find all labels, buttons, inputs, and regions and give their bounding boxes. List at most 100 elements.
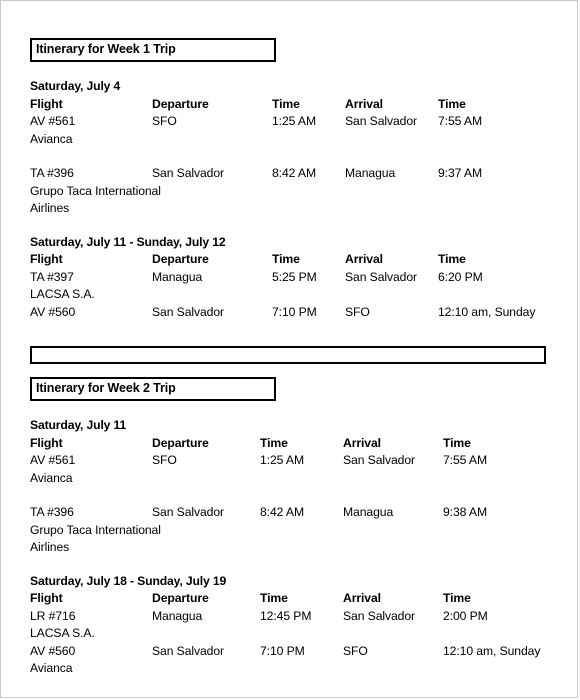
cell-flight: AV #561 <box>30 453 76 467</box>
cell-airline-name: Avianca <box>30 661 73 675</box>
cell-arrival-time: 12:10 am, Sunday <box>443 643 541 658</box>
trip-block-week2-outbound: Saturday, July 11 Flight Departure Time … <box>30 417 550 557</box>
cell-arrival <box>345 131 438 149</box>
table-spacer-row <box>30 148 540 165</box>
column-header-departure-time: Time <box>272 96 300 111</box>
column-header-arrival: Arrival <box>345 96 383 111</box>
table-row: LACSA S.A. <box>30 625 540 643</box>
column-header-arrival-time: Time <box>443 591 471 605</box>
table-row: AV #560 San Salvador 7:10 PM SFO 12:10 a… <box>30 304 540 322</box>
cell-arrival-time <box>438 131 540 149</box>
cell-arrival: San Salvador <box>343 608 415 623</box>
cell-departure: San Salvador <box>152 304 224 319</box>
table-row: Avianca <box>30 470 540 488</box>
cell-flight: AV #560 <box>30 643 76 658</box>
trip-block-week2-return: Saturday, July 18 - Sunday, July 19 Flig… <box>30 573 550 678</box>
cell-departure: San Salvador <box>152 166 224 180</box>
column-header-departure-time: Time <box>272 252 300 266</box>
cell-arrival-time: 7:55 AM <box>438 114 483 128</box>
cell-airline-name-cont: Airlines <box>30 540 70 554</box>
table-row: AV #560 San Salvador 7:10 PM SFO 12:10 a… <box>30 643 540 661</box>
table-row: Avianca <box>30 131 540 149</box>
trip-date-heading: Saturday, July 11 <box>30 418 127 432</box>
trip-block-week1-return: Saturday, July 11 - Sunday, July 12 Flig… <box>30 234 550 322</box>
cell-arrival-time: 9:37 AM <box>438 166 483 180</box>
cell-flight: TA #396 <box>30 505 74 519</box>
section-heading-week-1: Itinerary for Week 1 Trip <box>30 38 276 62</box>
column-header-departure: Departure <box>152 96 209 111</box>
trip-date-heading: Saturday, July 4 <box>30 79 121 93</box>
table-row: Airlines <box>30 539 540 557</box>
table-row: LACSA S.A. <box>30 286 540 304</box>
cell-arrival-time: 9:38 AM <box>443 505 488 519</box>
table-row: Avianca <box>30 660 540 678</box>
cell-departure: San Salvador <box>152 643 224 658</box>
cell-departure-time: 8:42 AM <box>272 166 317 180</box>
cell-departure-time: 12:45 PM <box>260 608 312 623</box>
trip-date-heading: Saturday, July 18 - Sunday, July 19 <box>30 573 227 588</box>
cell-airline-name-cont: Airlines <box>30 201 70 215</box>
column-header-departure: Departure <box>152 435 209 450</box>
flight-table: Flight Departure Time Arrival Time AV #5… <box>30 96 540 218</box>
cell-arrival: SFO <box>345 304 370 319</box>
cell-airline-name: Grupo Taca International <box>30 522 161 537</box>
cell-arrival: San Salvador <box>345 114 417 128</box>
table-row: LR #716 Managua 12:45 PM San Salvador 2:… <box>30 608 540 626</box>
document-content: Itinerary for Week 1 Trip Saturday, July… <box>30 1 550 678</box>
trip-date-heading: Saturday, July 11 - Sunday, July 12 <box>30 234 226 249</box>
cell-departure-time: 1:25 AM <box>272 114 317 128</box>
cell-arrival: Managua <box>343 505 394 519</box>
column-header-arrival: Arrival <box>343 435 381 450</box>
cell-departure: Managua <box>152 269 203 284</box>
column-header-arrival-time: Time <box>443 435 471 450</box>
table-header-row: Flight Departure Time Arrival Time <box>30 251 540 269</box>
cell-flight: AV #561 <box>30 114 76 128</box>
column-header-arrival-time: Time <box>438 252 466 266</box>
table-row: AV #561 SFO 1:25 AM San Salvador 7:55 AM <box>30 452 540 470</box>
column-header-departure-time: Time <box>260 435 288 450</box>
cell-departure-time: 7:10 PM <box>272 304 317 319</box>
cell-departure-time: 1:25 AM <box>260 453 305 467</box>
flight-table: Flight Departure Time Arrival Time AV #5… <box>30 435 540 557</box>
cell-flight: TA #397 <box>30 269 74 284</box>
cell-flight: TA #396 <box>30 166 74 180</box>
column-header-flight: Flight <box>30 591 63 605</box>
cell-arrival-time: 7:55 AM <box>443 453 488 467</box>
table-row: TA #396 San Salvador 8:42 AM Managua 9:3… <box>30 504 540 522</box>
section-heading-week-2: Itinerary for Week 2 Trip <box>30 377 276 401</box>
cell-departure: SFO <box>152 114 177 128</box>
flight-table: Flight Departure Time Arrival Time LR #7… <box>30 590 540 678</box>
cell-flight: LR #716 <box>30 608 76 623</box>
flight-table: Flight Departure Time Arrival Time TA #3… <box>30 251 540 321</box>
column-header-arrival: Arrival <box>345 252 383 266</box>
cell-arrival: SFO <box>343 643 368 658</box>
table-row: Grupo Taca International <box>30 522 540 540</box>
cell-departure-time: 7:10 PM <box>260 643 305 658</box>
cell-departure-time: 8:42 AM <box>260 505 305 519</box>
cell-spacer <box>30 148 152 165</box>
table-header-row: Flight Departure Time Arrival Time <box>30 435 540 453</box>
column-header-flight: Flight <box>30 252 63 266</box>
table-row: AV #561 SFO 1:25 AM San Salvador 7:55 AM <box>30 113 540 131</box>
cell-flight: AV #560 <box>30 304 76 319</box>
cell-airline-name: LACSA S.A. <box>30 287 95 301</box>
table-spacer-row <box>30 487 540 504</box>
table-header-row: Flight Departure Time Arrival Time <box>30 590 540 608</box>
cell-airline-name: LACSA S.A. <box>30 626 95 640</box>
cell-airline-name: Avianca <box>30 131 73 146</box>
document-page: Itinerary for Week 1 Trip Saturday, July… <box>0 0 578 698</box>
cell-departure-time <box>272 131 345 149</box>
column-header-departure: Departure <box>152 591 209 605</box>
column-header-departure-time: Time <box>260 591 288 605</box>
column-header-flight: Flight <box>30 435 63 450</box>
cell-arrival-time: 6:20 PM <box>438 269 483 284</box>
column-header-arrival: Arrival <box>343 591 381 605</box>
cell-arrival-time: 12:10 am, Sunday <box>438 304 536 319</box>
cell-departure: Managua <box>152 608 203 623</box>
column-header-arrival-time: Time <box>438 96 466 111</box>
column-header-departure: Departure <box>152 252 209 266</box>
cell-airline-name: Avianca <box>30 470 73 485</box>
column-header-flight: Flight <box>30 96 63 111</box>
trip-block-week1-outbound: Saturday, July 4 Flight Departure Time A… <box>30 78 550 218</box>
cell-airline-name: Grupo Taca International <box>30 183 161 198</box>
